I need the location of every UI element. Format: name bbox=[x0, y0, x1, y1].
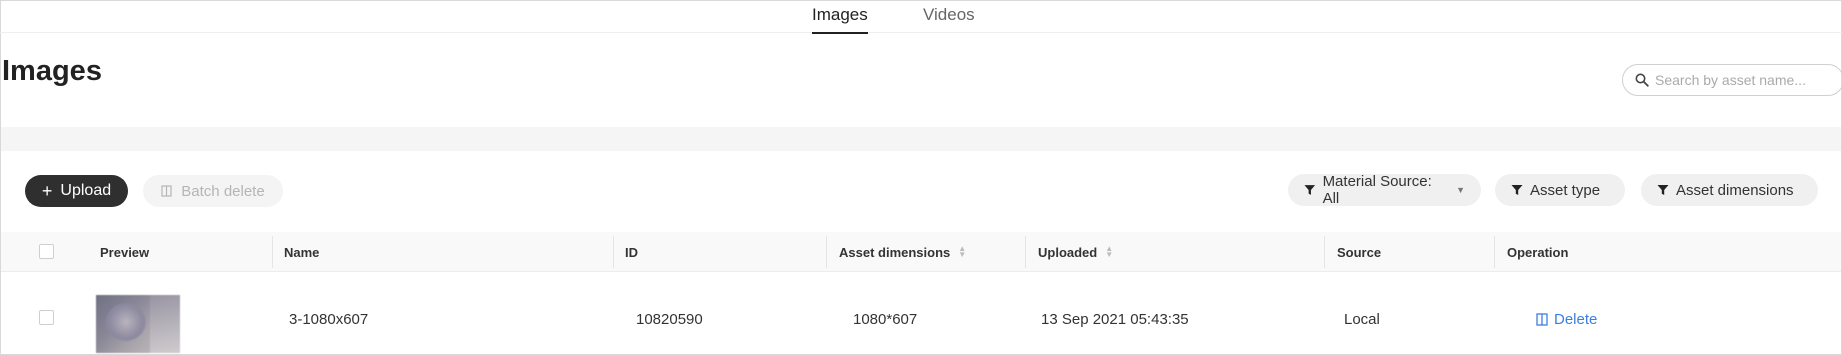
tab-bar: Images Videos bbox=[0, 0, 1842, 34]
select-all-checkbox[interactable] bbox=[39, 244, 54, 259]
material-source-label: Material Source: All bbox=[1322, 173, 1432, 207]
row-uploaded: 13 Sep 2021 05:43:35 bbox=[1041, 311, 1189, 328]
table-header: Preview Name ID Asset dimensions ▲ ▼ Uplo… bbox=[1, 232, 1841, 272]
asset-type-filter[interactable]: Asset type bbox=[1495, 174, 1625, 206]
batch-delete-label: Batch delete bbox=[181, 182, 265, 200]
column-header-preview: Preview bbox=[100, 244, 150, 260]
column-divider bbox=[1025, 236, 1026, 268]
asset-dimensions-filter[interactable]: Asset dimensions bbox=[1641, 174, 1818, 206]
asset-preview-thumbnail[interactable] bbox=[96, 295, 180, 353]
delete-label: Delete bbox=[1554, 311, 1598, 328]
asset-type-label: Asset type bbox=[1530, 181, 1601, 199]
row-checkbox[interactable] bbox=[39, 310, 54, 325]
column-header-id: ID bbox=[625, 244, 638, 260]
column-header-operation: Operation bbox=[1507, 244, 1569, 260]
row-name: 3-1080x607 bbox=[289, 311, 369, 328]
search-input[interactable] bbox=[1655, 72, 1825, 88]
column-header-name: Name bbox=[284, 244, 320, 260]
material-source-filter[interactable]: Material Source: All ▼ bbox=[1288, 173, 1481, 207]
column-header-asset-dimensions[interactable]: Asset dimensions ▲ ▼ bbox=[839, 232, 966, 272]
row-id: 10820590 bbox=[636, 311, 703, 328]
filter-icon bbox=[1657, 185, 1669, 195]
tab-images[interactable]: Images bbox=[812, 5, 868, 34]
batch-delete-button[interactable]: Batch delete bbox=[143, 175, 283, 207]
column-header-source: Source bbox=[1337, 244, 1382, 260]
sort-icon[interactable]: ▲ ▼ bbox=[1105, 245, 1113, 259]
asset-dimensions-header-label: Asset dimensions bbox=[839, 244, 951, 260]
trash-icon bbox=[1536, 313, 1548, 326]
row-source: Local bbox=[1344, 311, 1380, 328]
delete-button[interactable]: Delete bbox=[1536, 311, 1597, 328]
row-dimensions: 1080*607 bbox=[853, 311, 918, 328]
column-divider bbox=[613, 236, 614, 268]
column-divider bbox=[1324, 236, 1325, 268]
chevron-down-icon: ▼ bbox=[1456, 185, 1465, 195]
upload-button-label: Upload bbox=[60, 182, 112, 199]
column-divider bbox=[826, 236, 827, 268]
asset-dimensions-label: Asset dimensions bbox=[1676, 181, 1794, 199]
trash-icon bbox=[161, 185, 172, 197]
filter-icon bbox=[1304, 185, 1316, 195]
uploaded-header-label: Uploaded bbox=[1038, 244, 1098, 260]
page-title: Images bbox=[2, 55, 102, 87]
tab-videos[interactable]: Videos bbox=[923, 5, 975, 25]
section-divider-band bbox=[1, 127, 1841, 151]
sort-icon[interactable]: ▲ ▼ bbox=[958, 245, 966, 259]
filter-icon bbox=[1511, 185, 1523, 195]
search-icon bbox=[1635, 73, 1649, 87]
upload-button[interactable]: + Upload bbox=[25, 175, 128, 207]
column-header-uploaded[interactable]: Uploaded ▲ ▼ bbox=[1038, 232, 1113, 272]
search-box[interactable] bbox=[1622, 64, 1842, 96]
column-divider bbox=[1494, 236, 1495, 268]
plus-icon: + bbox=[41, 181, 53, 201]
column-divider bbox=[272, 236, 273, 268]
